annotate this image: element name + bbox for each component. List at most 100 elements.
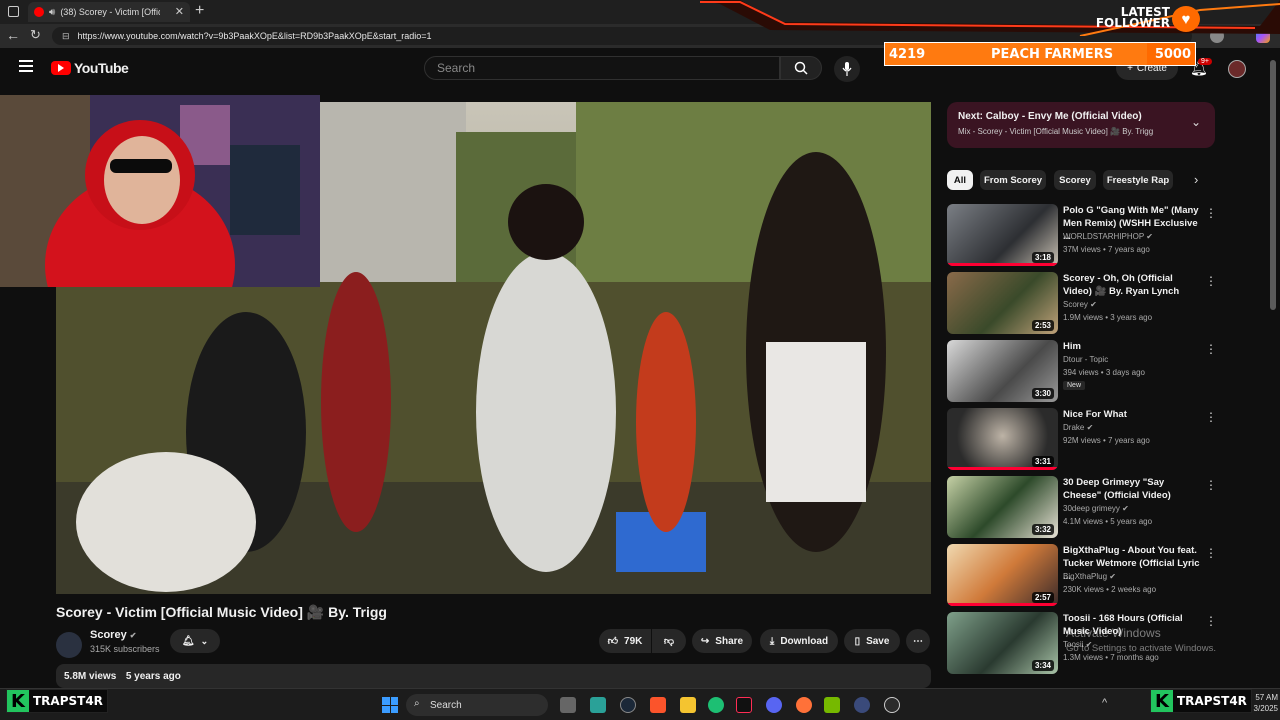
view-count: 5.8M views bbox=[64, 671, 117, 682]
up-next-mix: Mix - Scorey - Victim [Official Music Vi… bbox=[958, 127, 1154, 136]
video-thumbnail[interactable]: 2:57 bbox=[947, 544, 1058, 606]
brave-icon[interactable] bbox=[650, 697, 666, 713]
video-meta: 230K views • 2 weeks ago bbox=[1063, 585, 1157, 594]
youtube-logo[interactable]: YouTube bbox=[51, 60, 129, 76]
more-icon: ⋯ bbox=[913, 635, 923, 647]
chip-all[interactable]: All bbox=[947, 170, 973, 190]
windows-start-icon[interactable] bbox=[382, 697, 398, 713]
edge-icon[interactable] bbox=[708, 697, 724, 713]
browser-tab[interactable]: 🔊︎ (38) Scorey - Victim [Official ✕ bbox=[28, 2, 190, 22]
search-placeholder: Search bbox=[437, 61, 476, 75]
up-next-title: Next: Calboy - Envy Me (Official Video) bbox=[958, 111, 1142, 122]
save-button[interactable]: ▯ Save bbox=[844, 629, 900, 653]
video-thumbnail[interactable]: 2:53 bbox=[947, 272, 1058, 334]
discord-icon[interactable] bbox=[766, 697, 782, 713]
site-info-icon[interactable]: ⊟ bbox=[62, 31, 70, 42]
avatar[interactable] bbox=[1228, 60, 1246, 78]
watch-progress bbox=[947, 467, 1058, 470]
duration: 3:32 bbox=[1031, 524, 1054, 535]
file-explorer-icon[interactable] bbox=[680, 697, 696, 713]
search-input[interactable]: Search bbox=[424, 56, 780, 80]
new-tab-icon[interactable]: + bbox=[195, 2, 204, 20]
list-item[interactable]: 2:57 BigXthaPlug - About You feat. Tucke… bbox=[947, 544, 1219, 608]
duration: 2:57 bbox=[1031, 592, 1054, 603]
video-thumbnail[interactable]: 3:31 bbox=[947, 408, 1058, 470]
chip-scorey[interactable]: Scorey bbox=[1054, 170, 1096, 190]
back-icon[interactable]: ← bbox=[6, 27, 20, 43]
channel-name[interactable]: BigXthaPlug ✔ bbox=[1063, 572, 1116, 581]
speaker-icon[interactable]: 🔊︎ bbox=[49, 7, 55, 18]
task-view-icon[interactable] bbox=[560, 697, 576, 713]
tab-actions-icon[interactable] bbox=[8, 6, 19, 17]
firefox-icon[interactable] bbox=[796, 697, 812, 713]
video-thumbnail[interactable]: 3:30 bbox=[947, 340, 1058, 402]
list-item[interactable]: 2:53 Scorey - Oh, Oh (Official Video) 🎥 … bbox=[947, 272, 1219, 336]
search-button[interactable] bbox=[780, 56, 822, 80]
kebab-menu-icon[interactable]: ⋮ bbox=[1205, 546, 1217, 560]
channel-name[interactable]: 30deep grimeyy ✔ bbox=[1063, 504, 1129, 513]
list-item[interactable]: 3:31 Nice For What Drake ✔ 92M views • 7… bbox=[947, 408, 1219, 472]
nvidia-icon[interactable] bbox=[824, 697, 840, 713]
subscriber-count: 315K subscribers bbox=[90, 644, 160, 654]
channel-name[interactable]: Drake ✔ bbox=[1063, 423, 1093, 432]
video-title[interactable]: Him bbox=[1063, 340, 1203, 353]
bell-icon: 🔔︎ bbox=[181, 635, 195, 647]
kebab-menu-icon[interactable]: ⋮ bbox=[1205, 478, 1217, 492]
like-button[interactable]: 👍︎ 79K bbox=[599, 629, 651, 653]
download-button[interactable]: ⤓ Download bbox=[760, 629, 838, 653]
video-thumbnail[interactable]: 3:18 bbox=[947, 204, 1058, 266]
dislike-button[interactable]: 👎︎ bbox=[652, 629, 686, 653]
streamer-webcam bbox=[0, 95, 320, 287]
chevron-right-icon[interactable]: › bbox=[1194, 172, 1198, 187]
download-label: Download bbox=[780, 635, 829, 647]
menu-icon[interactable] bbox=[19, 60, 33, 72]
tray-chevron-icon[interactable]: ^ bbox=[1102, 697, 1107, 709]
more-actions-button[interactable]: ⋯ bbox=[906, 629, 930, 653]
list-item[interactable]: 3:18 Polo G "Gang With Me" (Many Men Rem… bbox=[947, 204, 1219, 268]
video-title[interactable]: Scorey - Oh, Oh (Official Video) 🎥 By. R… bbox=[1063, 272, 1203, 298]
share-button[interactable]: ↪ Share bbox=[692, 629, 752, 653]
tiktok-icon[interactable] bbox=[736, 697, 752, 713]
youtube-favicon-icon bbox=[34, 7, 44, 17]
channel-name[interactable]: Dtour - Topic bbox=[1063, 355, 1108, 364]
video-title[interactable]: Nice For What bbox=[1063, 408, 1203, 421]
verified-icon: ✔ bbox=[129, 631, 137, 640]
reload-icon[interactable]: ↻ bbox=[30, 27, 41, 43]
list-item[interactable]: 3:30 Him Dtour - Topic 394 views • 3 day… bbox=[947, 340, 1219, 404]
kebab-menu-icon[interactable]: ⋮ bbox=[1205, 206, 1217, 220]
sidebar-scrollbar[interactable] bbox=[1270, 60, 1276, 310]
search-icon bbox=[794, 61, 808, 75]
list-item[interactable]: 3:32 30 Deep Grimeyy "Say Cheese" (Offic… bbox=[947, 476, 1219, 540]
tab-close-icon[interactable]: ✕ bbox=[175, 5, 184, 18]
chip-from-scorey[interactable]: From Scorey bbox=[980, 170, 1046, 190]
thumbs-down-icon: 👎︎ bbox=[663, 636, 675, 647]
video-thumbnail[interactable]: 3:34 bbox=[947, 612, 1058, 674]
obs-icon[interactable] bbox=[884, 697, 900, 713]
app-icon[interactable] bbox=[854, 697, 870, 713]
thumbs-up-icon: 👍︎ bbox=[607, 636, 619, 647]
chip-freestyle-rap[interactable]: Freestyle Rap bbox=[1103, 170, 1173, 190]
kebab-menu-icon[interactable]: ⋮ bbox=[1205, 274, 1217, 288]
channel-name[interactable]: Scorey ✔ bbox=[90, 629, 136, 641]
kebab-menu-icon[interactable]: ⋮ bbox=[1205, 410, 1217, 424]
video-thumbnail[interactable]: 3:32 bbox=[947, 476, 1058, 538]
channel-name[interactable]: WORLDSTARHIPHOP ✔ bbox=[1063, 232, 1153, 241]
steam-icon[interactable] bbox=[620, 697, 636, 713]
search-icon: ⌕ bbox=[414, 698, 420, 709]
video-meta: 4.1M views • 5 years ago bbox=[1063, 517, 1153, 526]
widgets-icon[interactable] bbox=[590, 697, 606, 713]
up-next-panel[interactable]: Next: Calboy - Envy Me (Official Video) … bbox=[947, 102, 1215, 148]
kebab-menu-icon[interactable]: ⋮ bbox=[1205, 342, 1217, 356]
chevron-down-icon[interactable]: ⌄ bbox=[1191, 115, 1201, 129]
voice-search-button[interactable] bbox=[834, 56, 860, 82]
duration: 3:31 bbox=[1031, 456, 1054, 467]
video-title[interactable]: 30 Deep Grimeyy "Say Cheese" (Official V… bbox=[1063, 476, 1203, 502]
goal-target: 5000 bbox=[1154, 47, 1191, 62]
duration: 3:18 bbox=[1031, 252, 1054, 263]
subscribe-bell-button[interactable]: 🔔︎ ⌄ bbox=[170, 629, 220, 653]
channel-avatar[interactable] bbox=[56, 632, 82, 658]
description-box[interactable]: 5.8M views 5 years ago bbox=[56, 664, 931, 688]
taskbar-search[interactable]: ⌕ Search bbox=[406, 694, 548, 716]
duration: 3:30 bbox=[1031, 388, 1054, 399]
channel-name[interactable]: Scorey ✔ bbox=[1063, 300, 1097, 309]
